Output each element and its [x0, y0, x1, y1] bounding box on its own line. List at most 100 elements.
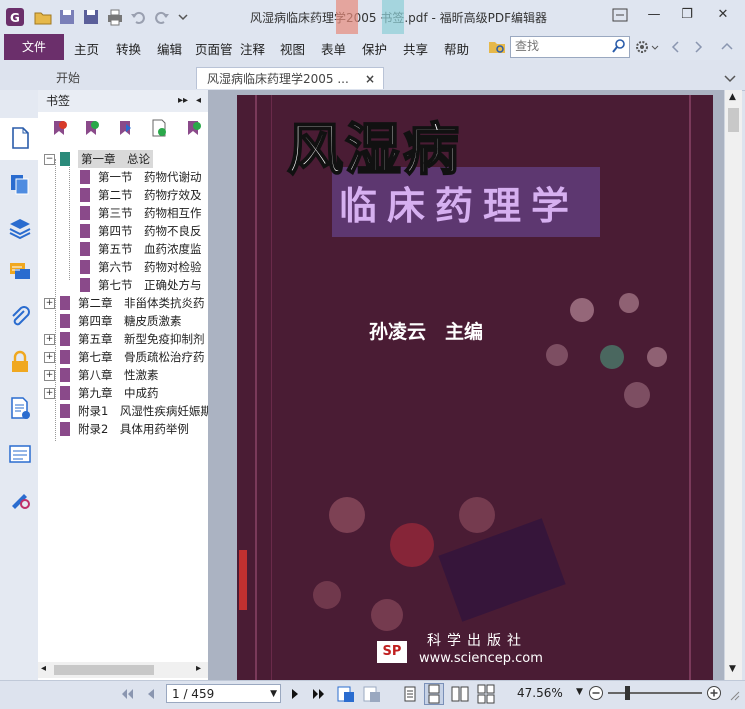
- scroll-down-icon[interactable]: ▼: [729, 664, 736, 674]
- page-number-field[interactable]: 1 / 459 ▼: [166, 684, 281, 703]
- prev-arrow-icon[interactable]: [668, 38, 682, 56]
- scroll-thumb[interactable]: [54, 665, 154, 675]
- status-bar: 1 / 459 ▼ 47.56% ▼: [0, 680, 745, 709]
- bookmarks-horizontal-scrollbar[interactable]: ◂ ▸: [38, 662, 208, 678]
- tab-list-dropdown-icon[interactable]: [722, 70, 738, 86]
- menu-form[interactable]: 表单: [321, 39, 346, 58]
- search-field[interactable]: [510, 36, 630, 58]
- bookmark-item[interactable]: − 第一章 总论: [44, 150, 208, 168]
- pages-thumbnail-icon[interactable]: [8, 172, 32, 196]
- single-page-icon[interactable]: [402, 684, 418, 704]
- search-bookmark-icon[interactable]: [184, 119, 202, 137]
- document-properties-icon[interactable]: [8, 396, 32, 420]
- next-arrow-icon[interactable]: [692, 38, 706, 56]
- menu-view[interactable]: 视图: [280, 39, 305, 58]
- settings-gear-icon[interactable]: [634, 38, 660, 56]
- collapse-toggle-icon[interactable]: −: [44, 154, 55, 165]
- zoom-slider-track[interactable]: [608, 692, 702, 694]
- bookmark-icon: [60, 386, 70, 400]
- resize-grip-icon[interactable]: [728, 689, 740, 703]
- expand-panel-icon[interactable]: ▸▸: [178, 90, 188, 112]
- new-page-bookmark-icon[interactable]: [150, 119, 168, 137]
- menu-comment[interactable]: 注释: [240, 39, 265, 58]
- security-lock-icon[interactable]: [8, 350, 32, 374]
- tab-document[interactable]: 风湿病临床药理学2005 ... ×: [196, 67, 384, 89]
- bookmark-icon: [80, 170, 90, 184]
- expand-toggle-icon[interactable]: +: [44, 388, 55, 399]
- pdf-page[interactable]: 风湿病 临床药理学 孙凌云 主编 SP 科学出版社 www.sciencep.c…: [237, 95, 713, 680]
- last-page-icon[interactable]: [310, 685, 328, 703]
- bookmark-icon: [60, 314, 70, 328]
- print-icon[interactable]: [106, 8, 124, 26]
- layers-icon[interactable]: [8, 216, 32, 240]
- overlay-mark: [382, 0, 404, 34]
- bookmark-label: 第八章 性激素: [78, 368, 159, 382]
- menu-page-manage[interactable]: 页面管: [195, 39, 235, 58]
- menu-home[interactable]: 主页: [74, 39, 99, 58]
- folder-search-icon[interactable]: [488, 38, 506, 56]
- form-fields-icon[interactable]: [8, 442, 32, 466]
- save-icon[interactable]: [58, 8, 76, 26]
- comments-icon[interactable]: [8, 260, 32, 284]
- expand-toggle-icon[interactable]: +: [44, 370, 55, 381]
- search-input[interactable]: [511, 37, 615, 55]
- restore-button[interactable]: ❐: [676, 6, 698, 24]
- attachment-icon[interactable]: [8, 306, 32, 330]
- open-folder-icon[interactable]: [34, 8, 52, 26]
- app-logo-icon[interactable]: G: [6, 8, 24, 26]
- zoom-dropdown-icon[interactable]: ▼: [576, 687, 583, 697]
- expand-toggle-icon[interactable]: +: [44, 298, 55, 309]
- bookmark-label: 第一章 总论: [78, 150, 153, 168]
- expand-toggle-icon[interactable]: +: [44, 334, 55, 345]
- next-page-icon[interactable]: [288, 685, 302, 703]
- zoom-out-icon[interactable]: [588, 685, 604, 701]
- zoom-in-icon[interactable]: [706, 685, 722, 701]
- menu-edit[interactable]: 编辑: [157, 39, 182, 58]
- ribbon-toggle-icon[interactable]: [611, 6, 629, 24]
- tab-start[interactable]: 开始: [46, 67, 196, 89]
- page-dropdown-icon[interactable]: ▼: [270, 685, 277, 704]
- page-number-text: 1 / 459: [172, 687, 215, 701]
- continuous-facing-icon[interactable]: [476, 684, 496, 704]
- undo-icon[interactable]: [130, 8, 148, 26]
- svg-text:G: G: [10, 11, 20, 25]
- next-view-icon[interactable]: [362, 684, 382, 704]
- bookmark-label: 第二节 药物疗效及: [98, 188, 202, 202]
- facing-pages-icon[interactable]: [450, 684, 470, 704]
- expand-toggle-icon[interactable]: +: [44, 352, 55, 363]
- previous-page-icon[interactable]: [144, 685, 158, 703]
- scroll-thumb[interactable]: [728, 108, 739, 132]
- save-as-icon[interactable]: [82, 8, 100, 26]
- bookmark-icon: [80, 188, 90, 202]
- search-icon[interactable]: [611, 38, 627, 54]
- signature-icon[interactable]: [8, 486, 32, 510]
- document-vertical-scrollbar[interactable]: ▲ ▼: [724, 90, 742, 680]
- menu-help[interactable]: 帮助: [444, 39, 469, 58]
- menu-convert[interactable]: 转换: [116, 39, 141, 58]
- redo-icon[interactable]: [152, 8, 170, 26]
- collapse-ribbon-icon[interactable]: [718, 38, 736, 56]
- previous-view-icon[interactable]: [336, 684, 356, 704]
- document-tab-bar: 开始 风湿病临床药理学2005 ... ×: [0, 62, 745, 91]
- bookmark-properties-icon[interactable]: [116, 119, 134, 137]
- document-viewport[interactable]: 风湿病 临床药理学 孙凌云 主编 SP 科学出版社 www.sciencep.c…: [208, 90, 724, 680]
- menu-protect[interactable]: 保护: [362, 39, 387, 58]
- first-page-icon[interactable]: [118, 685, 136, 703]
- minimize-button[interactable]: —: [643, 6, 665, 24]
- add-bookmark-icon[interactable]: [82, 119, 100, 137]
- publisher-logo: SP: [377, 641, 407, 663]
- scroll-up-icon[interactable]: ▲: [729, 92, 736, 102]
- scroll-right-icon[interactable]: ▸: [196, 663, 201, 674]
- customize-dropdown-icon[interactable]: [174, 8, 192, 26]
- zoom-slider-thumb[interactable]: [625, 686, 630, 700]
- scroll-left-icon[interactable]: ◂: [41, 663, 46, 674]
- zoom-level[interactable]: 47.56%: [517, 686, 563, 700]
- collapse-panel-icon[interactable]: ◂: [196, 90, 201, 112]
- delete-bookmark-icon[interactable]: [50, 119, 68, 137]
- tab-close-button[interactable]: ×: [365, 68, 375, 90]
- bookmark-page-icon[interactable]: [8, 126, 32, 150]
- menu-share[interactable]: 共享: [403, 39, 428, 58]
- file-menu-button[interactable]: 文件: [4, 34, 64, 60]
- continuous-page-icon[interactable]: [424, 683, 444, 705]
- close-window-button[interactable]: ✕: [712, 6, 734, 24]
